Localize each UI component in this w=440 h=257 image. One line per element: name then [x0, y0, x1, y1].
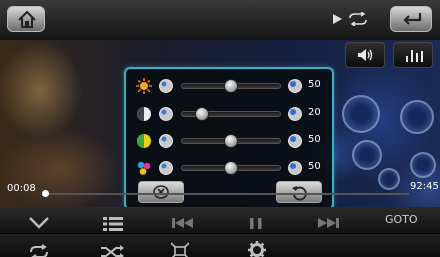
- equalizer-icon: [406, 50, 423, 62]
- pause-icon[interactable]: [250, 211, 262, 235]
- decrease-hue-button[interactable]: [159, 134, 173, 148]
- home-icon: [18, 11, 36, 28]
- video-content: [410, 152, 436, 178]
- decrease-brightness-button[interactable]: [159, 79, 173, 93]
- close-circle-icon: [153, 185, 169, 199]
- video-content: [342, 95, 380, 133]
- picture-settings-panel: 50 20 50 50: [124, 67, 334, 210]
- playback-controls: GOTO: [0, 207, 440, 233]
- brightness-value: 50: [308, 79, 321, 90]
- shuffle-icon[interactable]: [101, 240, 125, 257]
- increase-brightness-button[interactable]: [288, 79, 302, 93]
- zoom-icon[interactable]: [171, 239, 189, 257]
- saturation-slider[interactable]: [181, 161, 281, 175]
- hue-row: 50: [126, 131, 336, 151]
- contrast-icon: [137, 107, 151, 121]
- speaker-icon: [358, 49, 373, 61]
- hue-value: 50: [308, 134, 321, 145]
- brightness-row: 50: [126, 76, 336, 96]
- saturation-value: 50: [308, 161, 321, 172]
- volume-button[interactable]: [345, 42, 385, 68]
- previous-icon[interactable]: [172, 211, 194, 235]
- reset-button[interactable]: [276, 181, 322, 203]
- slider-knob[interactable]: [194, 107, 209, 121]
- remaining-time: 92:45: [410, 181, 439, 192]
- increase-hue-button[interactable]: [288, 134, 302, 148]
- video-content: [378, 168, 400, 190]
- progress-bar[interactable]: [44, 193, 409, 195]
- goto-button[interactable]: GOTO: [385, 213, 418, 226]
- back-arrow-icon: [403, 13, 422, 25]
- slider-knob[interactable]: [224, 79, 238, 93]
- progress-handle[interactable]: [42, 190, 49, 197]
- video-content: [400, 100, 434, 134]
- home-button[interactable]: [7, 6, 45, 32]
- video-player-screen: 50 20 50 50 00:08 92:45 GOTO: [0, 0, 440, 257]
- decrease-contrast-button[interactable]: [159, 107, 173, 121]
- contrast-value: 20: [308, 107, 321, 118]
- top-bar: [0, 0, 440, 41]
- play-status-icon: [333, 14, 342, 24]
- elapsed-time: 00:08: [7, 183, 36, 194]
- video-content: [352, 140, 382, 170]
- hue-slider[interactable]: [181, 134, 281, 148]
- option-controls: [0, 233, 440, 257]
- contrast-slider[interactable]: [181, 107, 281, 121]
- brightness-slider[interactable]: [181, 79, 281, 93]
- saturation-row: 50: [126, 158, 336, 178]
- increase-contrast-button[interactable]: [288, 107, 302, 121]
- repeat-status-icon: [349, 12, 367, 26]
- sun-icon: [136, 78, 152, 94]
- contrast-row: 20: [126, 104, 336, 124]
- slider-knob[interactable]: [224, 134, 238, 148]
- slider-knob[interactable]: [224, 161, 238, 175]
- decrease-saturation-button[interactable]: [159, 161, 173, 175]
- settings-gear-icon[interactable]: [248, 238, 266, 257]
- equalizer-button[interactable]: [393, 42, 433, 68]
- repeat-icon[interactable]: [28, 240, 50, 257]
- next-icon[interactable]: [318, 211, 340, 235]
- increase-saturation-button[interactable]: [288, 161, 302, 175]
- back-button[interactable]: [390, 6, 432, 32]
- hue-icon: [137, 134, 151, 148]
- chevron-down-icon[interactable]: [28, 211, 50, 235]
- close-panel-button[interactable]: [138, 181, 184, 203]
- color-dots-icon: [137, 161, 151, 175]
